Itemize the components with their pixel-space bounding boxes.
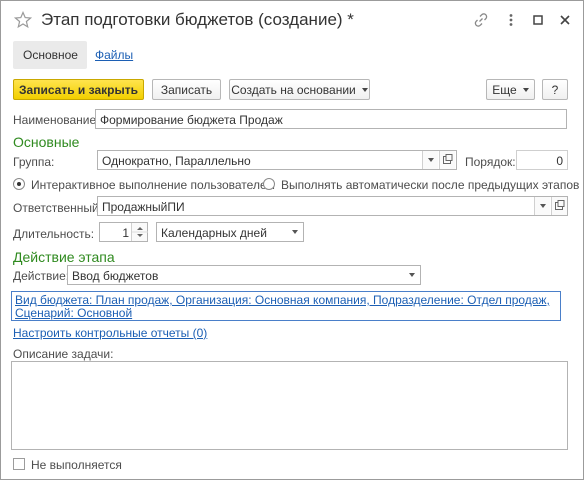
open-form-icon [443,154,453,164]
more-icon[interactable] [503,12,519,28]
chevron-down-icon [540,204,546,208]
stepper-arrows-icon [132,227,148,237]
responsible-value: ПродажныйПИ [102,200,185,214]
responsible-field[interactable]: ПродажныйПИ [97,196,568,216]
save-and-close-label: Записать и закрыть [19,82,138,97]
responsible-open-button[interactable] [551,197,567,215]
duration-stepper[interactable] [131,223,148,241]
create-based-on-label: Создать на основании [231,82,356,97]
more-button[interactable]: Еще [486,79,535,100]
order-label: Порядок: [465,155,516,169]
duration-unit-dropdown-button[interactable] [287,223,303,241]
duration-value: 1 [122,226,129,240]
help-button[interactable]: ? [542,79,568,100]
chevron-down-icon [522,87,529,92]
more-label: Еще [492,82,517,97]
name-label: Наименование: [13,113,100,127]
action-dropdown-button[interactable] [404,266,420,284]
chevron-down-icon [409,273,415,277]
action-select[interactable]: Ввод бюджетов [67,265,421,285]
tab-main-label: Основное [23,48,78,62]
open-form-icon [555,200,565,210]
action-params-link[interactable]: Вид бюджета: План продаж, Организация: О… [11,291,561,321]
responsible-dropdown-button[interactable] [534,197,550,215]
radio-interactive[interactable] [13,178,25,190]
help-label: ? [551,82,559,97]
group-value: Однократно, Параллельно [102,154,251,168]
group-field[interactable]: Однократно, Параллельно [97,150,457,170]
maximize-icon[interactable] [530,12,546,28]
link-icon[interactable] [473,12,489,28]
task-description-label: Описание задачи: [13,347,114,361]
window-title: Этап подготовки бюджетов (создание) * [41,10,354,29]
chevron-down-icon [292,230,298,234]
task-description-textarea[interactable] [11,361,568,450]
group-dropdown-button[interactable] [422,151,438,169]
tab-files[interactable]: Файлы [95,48,133,62]
name-field[interactable]: Формирование бюджета Продаж [95,109,567,129]
save-label: Записать [160,82,213,97]
group-label: Группа: [13,155,55,169]
radio-auto-label[interactable]: Выполнять автоматически после предыдущих… [281,178,579,192]
action-label: Действие: [13,269,70,283]
action-value: Ввод бюджетов [72,269,159,283]
duration-label: Длительность: [13,227,95,241]
star-icon[interactable] [14,11,32,29]
save-and-close-button[interactable]: Записать и закрыть [13,79,144,100]
responsible-label: Ответственный: [13,201,103,215]
form-window: Этап подготовки бюджетов (создание) * Ос… [0,0,584,480]
section-action-heading: Действие этапа [13,249,115,265]
chevron-down-icon [428,158,434,162]
save-button[interactable]: Записать [152,79,221,100]
radio-interactive-label[interactable]: Интерактивное выполнение пользователем [31,178,275,192]
tab-main[interactable]: Основное [13,41,87,69]
duration-unit-value: Календарных дней [161,226,267,240]
radio-auto[interactable] [263,178,275,190]
not-performed-label[interactable]: Не выполняется [31,458,122,472]
duration-unit-select[interactable]: Календарных дней [156,222,304,242]
section-main-heading: Основные [13,134,80,150]
order-value: 0 [556,154,563,168]
name-value: Формирование бюджета Продаж [100,113,283,127]
chevron-down-icon [361,87,368,92]
configure-control-reports-link[interactable]: Настроить контрольные отчеты (0) [13,326,207,340]
create-based-on-button[interactable]: Создать на основании [229,79,370,100]
not-performed-checkbox[interactable] [13,458,25,470]
close-icon[interactable] [557,12,573,28]
group-open-button[interactable] [439,151,455,169]
order-field[interactable]: 0 [516,150,568,170]
duration-field[interactable]: 1 [99,222,148,242]
